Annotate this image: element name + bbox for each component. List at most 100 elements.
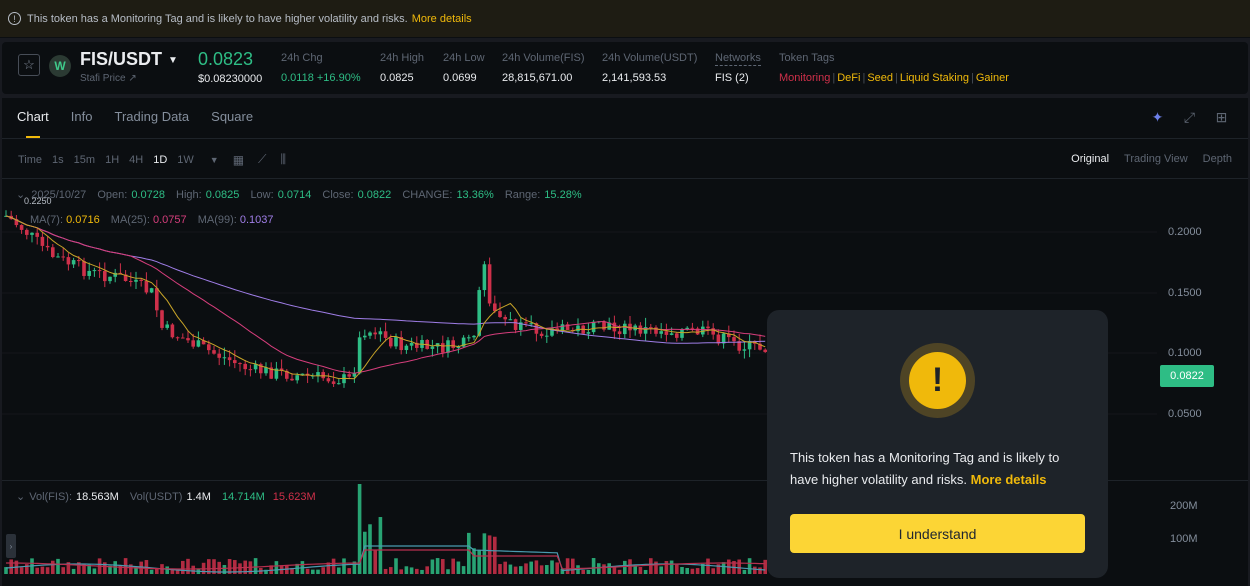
ohlc-readout: ⌄ 2025/10/27 Open: 0.0728 High: 0.0825 Low:… (16, 189, 582, 201)
favorite-star-icon[interactable]: ☆ (18, 54, 40, 76)
candle-body (290, 378, 294, 381)
volume-bar (623, 560, 627, 574)
volume-bar (373, 550, 377, 574)
volume-bar (607, 563, 611, 574)
tag-seed[interactable]: Seed (867, 72, 893, 84)
volume-bar (311, 569, 315, 574)
candle-body (524, 322, 528, 324)
networks-info[interactable]: Networks FIS (2) (715, 52, 761, 84)
volume-bar (680, 566, 684, 574)
candle-body (170, 324, 175, 338)
tag-defi[interactable]: DeFi (837, 72, 860, 84)
volume-bar (316, 569, 320, 574)
last-price-usd: $0.08230000 (198, 73, 263, 85)
volume-bar (186, 558, 190, 574)
candle-body (19, 225, 24, 230)
volume-bar (737, 559, 741, 574)
pair-selector[interactable]: FIS/USDT ▼ (80, 49, 178, 70)
monitoring-tag-dialog: ! This token has a Monitoring Tag and is… (767, 310, 1108, 578)
candle-body (295, 375, 299, 381)
candle-body (742, 349, 747, 351)
volume-bar (331, 558, 336, 574)
price-tick: 0.1000 (1168, 347, 1202, 359)
volume-bar (602, 564, 606, 574)
volume-bar (19, 567, 24, 574)
volume-bar (591, 558, 596, 574)
ma7-line (5, 215, 766, 380)
candle-body (539, 333, 544, 337)
candle-body (108, 276, 112, 282)
candle-body (472, 335, 476, 338)
candle-body (191, 340, 195, 347)
volume-bar (321, 567, 325, 574)
tag-gainer[interactable]: Gainer (976, 72, 1009, 84)
candle-body (711, 328, 715, 335)
candle-body (139, 279, 143, 281)
candle-body (212, 350, 216, 354)
volume-bar (555, 562, 559, 574)
candle-body (508, 319, 513, 321)
volume-bar (222, 565, 227, 574)
volume-bar (337, 567, 341, 574)
candle-body (56, 256, 60, 258)
candle-body (451, 340, 455, 348)
candle-body (493, 303, 497, 312)
candle-body (238, 363, 242, 365)
candle-body (394, 337, 398, 347)
candle-body (378, 331, 383, 335)
volume-bar (149, 569, 154, 574)
banner-more-details-link[interactable]: More details (412, 13, 472, 25)
stat-24h-volume-fis: 24h Volume(FIS) 28,815,671.00 (502, 52, 585, 84)
tag-monitoring[interactable]: Monitoring (779, 72, 830, 84)
candle-body (144, 280, 149, 293)
info-icon: ! (8, 12, 21, 25)
volume-bar (690, 568, 695, 574)
candle-body (357, 337, 362, 374)
candle-body (77, 260, 81, 262)
volume-bar (430, 559, 435, 574)
candle-body (477, 290, 481, 336)
candle-body (503, 316, 507, 320)
candle-body (25, 229, 29, 235)
candle-body (352, 373, 357, 377)
candle-body (498, 311, 502, 317)
volume-bar (181, 560, 185, 574)
volume-bar (524, 563, 528, 574)
volume-bar (461, 566, 466, 574)
coin-price-link[interactable]: Stafi Price ↗ (80, 73, 137, 84)
dialog-more-details-link[interactable]: More details (971, 472, 1047, 487)
volume-bar (467, 532, 471, 574)
volume-bar (550, 560, 554, 574)
volume-bar (721, 562, 726, 574)
volume-bar (446, 569, 450, 574)
candle-body (638, 325, 643, 334)
candle-body (373, 332, 377, 335)
candle-body (404, 345, 409, 351)
volume-bar (477, 549, 481, 574)
candle-body (82, 261, 86, 276)
candle-body (383, 331, 388, 338)
candle-body (321, 372, 325, 379)
candle-body (227, 357, 232, 361)
candle-body (716, 334, 721, 344)
candle-body (35, 232, 39, 237)
volume-bar (534, 560, 539, 574)
ticker-header: ☆ W FIS/USDT ▼ Stafi Price ↗ 0.0823 $0.08… (2, 42, 1248, 94)
volume-tick: 200M (1170, 500, 1198, 512)
candle-body (389, 337, 393, 347)
i-understand-button[interactable]: I understand (790, 514, 1085, 553)
warning-banner: ! This token has a Monitoring Tag and is… (0, 0, 1250, 38)
chart-scroll-handle[interactable]: › (6, 534, 16, 558)
tag-liquid-staking[interactable]: Liquid Staking (900, 72, 969, 84)
candle-body (675, 333, 679, 338)
volume-bar (571, 558, 575, 574)
volume-bar (451, 558, 455, 574)
candle-body (207, 344, 211, 351)
candle-body (165, 324, 169, 328)
candle-body (129, 281, 133, 283)
candle-body (669, 333, 674, 335)
dialog-message: This token has a Monitoring Tag and is l… (790, 450, 1060, 487)
candle-body (97, 270, 102, 272)
candle-body (149, 288, 154, 293)
volume-bar (487, 535, 492, 574)
